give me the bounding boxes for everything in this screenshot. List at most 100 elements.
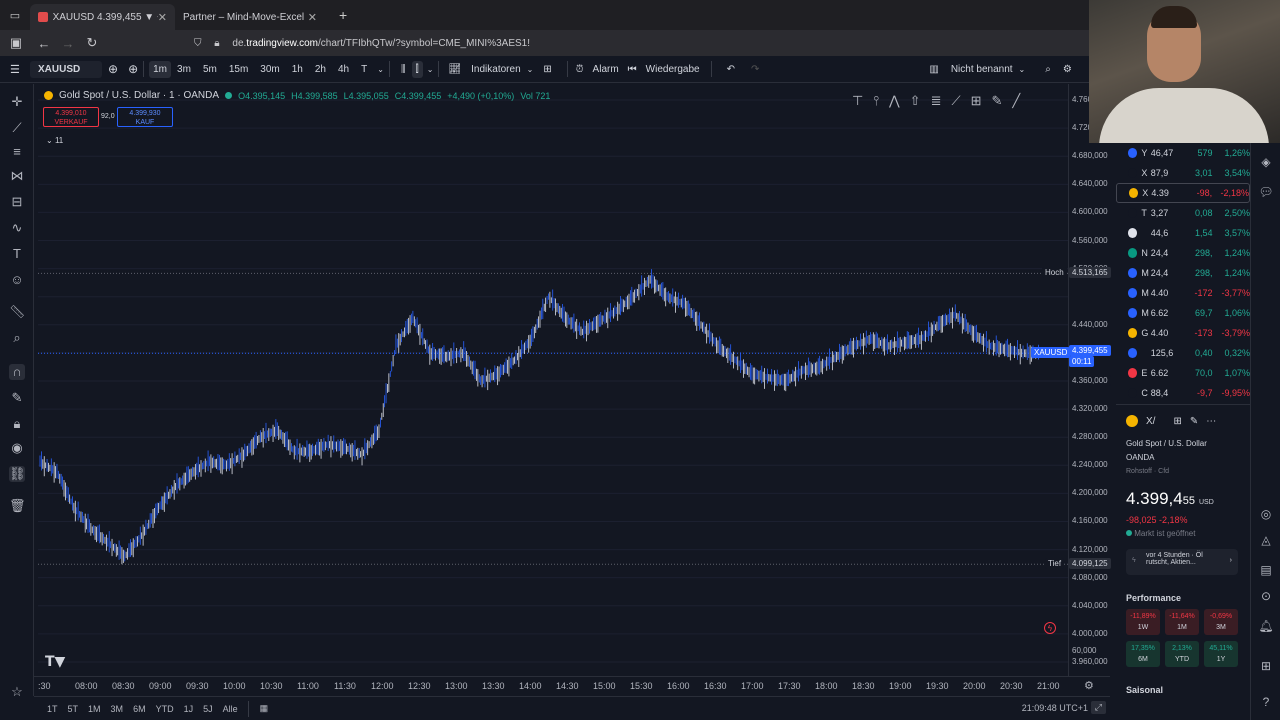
flash-icon[interactable]: ϟ	[1044, 622, 1056, 634]
performance-cell[interactable]: 2,13% YTD	[1165, 641, 1199, 667]
sell-button[interactable]: 4.399,010 VERKAUF	[43, 107, 99, 127]
performance-cell[interactable]: -0,69% 3M	[1204, 609, 1238, 635]
ray-tool-icon[interactable]: ⟋	[951, 93, 960, 109]
text-icon[interactable]: T	[9, 246, 25, 262]
add-symbol-icon[interactable]: ⊕	[108, 62, 118, 76]
fib-tool-icon[interactable]: ⊤	[852, 93, 863, 109]
range-ytd[interactable]: YTD	[151, 704, 179, 714]
close-tab-icon[interactable]: ✕	[308, 11, 317, 24]
interval-5m[interactable]: 5m	[197, 64, 223, 75]
templates-icon[interactable]: ⊞	[533, 64, 561, 75]
performance-cell[interactable]: 17,35% 6M	[1126, 641, 1160, 667]
buy-button[interactable]: 4.399,930 KAUF	[117, 107, 173, 127]
watchlist-row[interactable]: X 4.39 -98, -2,18%	[1116, 183, 1250, 203]
notifications-icon[interactable]: 🔔︎	[1258, 619, 1274, 635]
interval-30m[interactable]: 30m	[254, 64, 285, 75]
maximize-icon[interactable]: ⤢	[1090, 701, 1106, 714]
tab-tradingview[interactable]: XAUUSD 4.399,455 ▼ −2,18% I ✕	[30, 4, 175, 30]
ruler-icon[interactable]: 📏︎	[9, 304, 26, 320]
brush-icon[interactable]: ∿	[9, 220, 25, 236]
range-1j[interactable]: 1J	[179, 704, 199, 714]
symbol-search[interactable]: XAUUSD	[30, 60, 102, 78]
target-icon[interactable]: ◎	[1258, 507, 1274, 523]
close-tab-icon[interactable]: ✕	[158, 11, 167, 24]
lines-tool-icon[interactable]: ≣	[931, 93, 942, 109]
candle-style-icon[interactable]: ⫿	[411, 60, 423, 78]
favorites-star-icon[interactable]: ☆	[9, 684, 25, 700]
magnet-icon[interactable]: ∩	[9, 364, 25, 380]
emoji-icon[interactable]: ☺	[9, 272, 25, 288]
layers-icon[interactable]: ◈	[1258, 155, 1274, 171]
time-axis[interactable]: :30 08:00 08:30 09:00 09:30 10:00 10:30 11:00 11…	[34, 676, 1110, 696]
stay-drawing-icon[interactable]: ✎	[9, 390, 25, 406]
trendline-icon[interactable]: ⟋	[9, 120, 25, 136]
link-icon[interactable]: ⛓︎	[9, 466, 26, 482]
performance-cell[interactable]: -11,89% 1W	[1126, 609, 1160, 635]
redo-icon[interactable]: ↷	[745, 64, 765, 75]
interval-3m[interactable]: 3m	[171, 64, 197, 75]
range-5j[interactable]: 5J	[198, 704, 218, 714]
menu-icon[interactable]: ☰	[10, 63, 20, 76]
zoom-icon[interactable]: ⌕	[9, 330, 25, 346]
help-icon[interactable]: ?	[1258, 695, 1274, 711]
watchlist-row[interactable]: 44,6 1,54 3,57%	[1116, 223, 1250, 243]
reload-icon[interactable]: ↻	[80, 35, 104, 51]
details-more-icon[interactable]: ⋯	[1206, 416, 1216, 427]
interval-1m[interactable]: 1m	[149, 60, 172, 78]
watchlist-row[interactable]: M 24,4 298, 1,24%	[1116, 263, 1250, 283]
layout-dropdown-icon[interactable]: ⌄	[1019, 65, 1026, 74]
performance-cell[interactable]: 45,11% 1Y	[1204, 641, 1238, 667]
tab-partner[interactable]: Partner – Mind-Move-Excel ✕	[175, 4, 325, 30]
tab-list-icon[interactable]: ▭	[0, 9, 30, 22]
interval-15m[interactable]: 15m	[223, 64, 254, 75]
indicator-collapse-toggle[interactable]: ⌄ 11	[46, 136, 63, 145]
alarm-icon[interactable]: ⏰︎	[573, 64, 587, 75]
alarm-button[interactable]: Alarm	[587, 64, 625, 75]
range-5t[interactable]: 5T	[63, 704, 84, 714]
watchlist-row[interactable]: 125,6 0,40 0,32%	[1116, 343, 1250, 363]
watchlist-row[interactable]: M 6.62 69,7 1,06%	[1116, 303, 1250, 323]
quick-search-icon[interactable]: ⌕	[1037, 64, 1059, 75]
watchlist-row[interactable]: M 4.40 -172 -3,77%	[1116, 283, 1250, 303]
settings-icon[interactable]: ⚙	[1059, 64, 1076, 75]
indicators-button[interactable]: Indikatoren	[465, 64, 526, 75]
patterns-icon[interactable]: ⋈	[9, 168, 25, 184]
forward-icon[interactable]: →	[56, 36, 80, 51]
watchlist-row[interactable]: T 3,27 0,08 2,50%	[1116, 203, 1250, 223]
range-1t[interactable]: 1T	[42, 704, 63, 714]
grid-icon[interactable]: ⊞	[1258, 659, 1274, 675]
watchlist-row[interactable]: N 24,4 298, 1,24%	[1116, 243, 1250, 263]
compare-icon[interactable]: ⊕	[128, 62, 138, 76]
chart-type-dropdown-icon[interactable]: ⌄	[427, 65, 434, 74]
grid-tool-icon[interactable]: ⊞	[971, 93, 982, 109]
interval-1h[interactable]: 1h	[286, 64, 309, 75]
replay-button[interactable]: Wiedergabe	[640, 64, 706, 75]
details-edit-icon[interactable]: ✎	[1190, 416, 1198, 427]
back-icon[interactable]: ←	[32, 36, 56, 51]
prediction-icon[interactable]: ⊟	[9, 194, 25, 210]
crosshair-icon[interactable]: ✛	[9, 94, 25, 110]
axis-settings-icon[interactable]: ⚙	[1084, 679, 1094, 692]
performance-cell[interactable]: -11,64% 1M	[1165, 609, 1199, 635]
indicators-dropdown-icon[interactable]: ⌄	[527, 65, 534, 74]
range-alle[interactable]: Alle	[218, 704, 243, 714]
news-card[interactable]: ϟ vor 4 Stunden · Öl rutscht, Aktien... …	[1126, 549, 1238, 575]
watchlist-row[interactable]: X 87,9 3,01 3,54%	[1116, 163, 1250, 183]
watchlist-row[interactable]: Y 46,47 579 1,26%	[1116, 143, 1250, 163]
rss-icon[interactable]: ⊙	[1258, 589, 1274, 605]
line-tool-icon[interactable]: ╱	[1012, 93, 1020, 109]
trash-icon[interactable]: 🗑︎	[9, 498, 26, 514]
watchlist-row[interactable]: E 6.62 70,0 1,07%	[1116, 363, 1250, 383]
interval-t[interactable]: T	[355, 64, 373, 75]
arrow-up-tool-icon[interactable]: ⇧	[910, 93, 921, 109]
bar-style-icon[interactable]: ⫼	[395, 64, 412, 75]
watchlist-row[interactable]: C 88,4 -9,7 -9,95%	[1116, 383, 1250, 403]
calendar-icon[interactable]: ▤	[1258, 563, 1274, 579]
fib-icon[interactable]: ≡	[9, 144, 25, 160]
new-tab-icon[interactable]: +	[339, 7, 347, 23]
interval-4h[interactable]: 4h	[332, 64, 355, 75]
range-1m[interactable]: 1M	[83, 704, 106, 714]
clock[interactable]: 21:09:48 UTC+1	[1022, 703, 1088, 713]
details-grid-icon[interactable]: ⊞	[1173, 416, 1181, 427]
path-tool-icon[interactable]: ⋀	[889, 93, 900, 109]
